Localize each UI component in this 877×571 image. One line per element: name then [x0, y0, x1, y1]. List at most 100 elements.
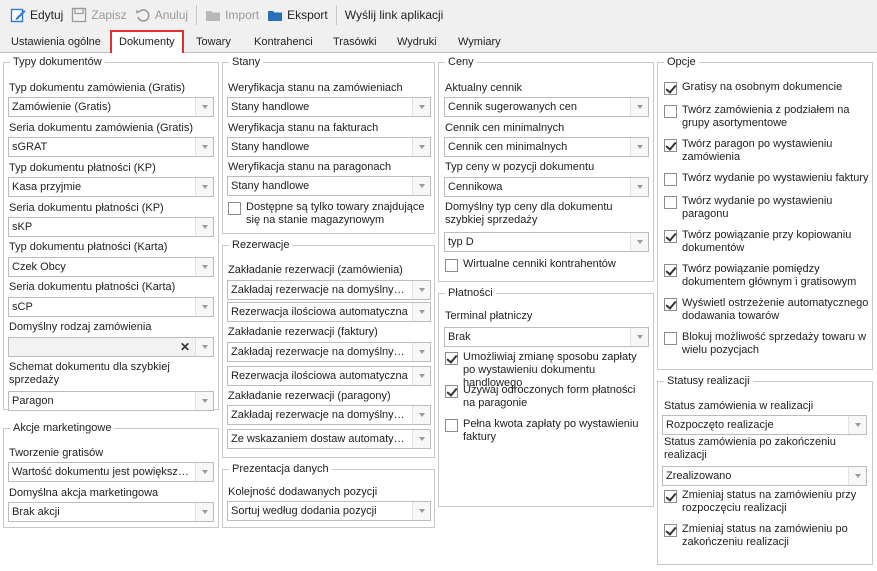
checkbox-box[interactable] — [664, 332, 677, 345]
quick-sale-price-type-select[interactable]: typ D — [444, 232, 649, 252]
gratis-order-type-select[interactable]: Zamówienie (Gratis) — [8, 97, 214, 117]
field-label: Status zamówienia w realizacji — [664, 400, 814, 412]
option-checkbox[interactable]: Wyświetl ostrzeżenie automatycznego doda… — [664, 297, 869, 323]
option-checkbox[interactable]: Twórz wydanie po wystawieniu paragonu — [664, 195, 869, 221]
price-type-select[interactable]: Cennikowa — [444, 177, 649, 197]
send-link-button[interactable]: Wyślij link aplikacji — [341, 3, 448, 27]
select-value: Zakładaj rezerwacje na domyślnym ... — [231, 409, 410, 421]
tab-dimensions[interactable]: Wymiary — [451, 32, 508, 53]
option-checkbox[interactable]: Twórz paragon po wystawieniu zamówienia — [664, 138, 869, 164]
order-stock-check-select[interactable]: Stany handlowe — [227, 97, 431, 117]
card-payment-type-select[interactable]: Czek Obcy — [8, 257, 214, 277]
payment-terminal-select[interactable]: Brak — [444, 327, 649, 347]
chevron-down-icon — [412, 502, 430, 520]
select-value: Czek Obcy — [12, 261, 66, 273]
tab-documents[interactable]: Dokumenty — [110, 30, 184, 53]
kp-payment-series-select[interactable]: sKP — [8, 217, 214, 237]
option-checkbox[interactable]: Twórz powiązanie przy kopiowaniu dokumen… — [664, 229, 869, 255]
checkbox-label: Dostępne są tylko towary znajdujące się … — [246, 201, 425, 226]
current-pricelist-select[interactable]: Cennik sugerowanych cen — [444, 97, 649, 117]
chevron-down-icon — [412, 430, 430, 448]
invoice-reservation-select[interactable]: Zakładaj rezerwacje na domyślnym ... — [227, 342, 431, 362]
select-value: Paragon — [12, 395, 54, 407]
option-checkbox[interactable]: Twórz zamówienia z podziałem na grupy as… — [664, 104, 869, 130]
completed-status-select[interactable]: Zrealizowano — [662, 466, 867, 486]
virtual-pricelists-checkbox[interactable]: Wirtualne cenniki kontrahentów — [445, 258, 616, 272]
chevron-down-icon — [195, 98, 213, 116]
checkbox-box[interactable] — [664, 196, 677, 209]
clear-icon[interactable]: ✕ — [177, 338, 193, 356]
checkbox-box[interactable] — [664, 173, 677, 186]
deferred-payments-checkbox[interactable]: Używaj odroczonych form płatności na par… — [445, 384, 650, 410]
only-in-stock-checkbox[interactable]: Dostępne są tylko towary znajdujące się … — [228, 201, 428, 227]
option-checkbox[interactable]: Twórz wydanie po wystawieniu faktury — [664, 172, 869, 186]
option-checkbox[interactable]: Blokuj możliwość sprzedaży towaru w wiel… — [664, 331, 869, 357]
tab-general[interactable]: Ustawienia ogólne — [4, 32, 108, 53]
field-label: Weryfikacja stanu na zamówieniach — [228, 82, 403, 94]
settings-panel: Typy dokumentów Typ dokumentu zamówienia… — [0, 53, 877, 571]
undo-icon — [135, 9, 150, 22]
full-payment-checkbox[interactable]: Pełna kwota zapłaty po wystawieniu faktu… — [445, 418, 650, 444]
order-reservation-select[interactable]: Zakładaj rezerwacje na domyślnym ... — [227, 280, 431, 300]
chevron-down-icon — [195, 178, 213, 196]
field-label: Tworzenie gratisów — [9, 447, 104, 459]
save-label: Zapisz — [91, 8, 127, 22]
status-on-end-checkbox[interactable]: Zmieniaj status na zamówieniu po zakończ… — [664, 523, 869, 549]
import-button[interactable]: Import — [201, 3, 263, 27]
quick-sale-scheme-select[interactable]: Paragon — [8, 391, 214, 411]
checkbox-box[interactable] — [664, 230, 677, 243]
checkbox-label: Twórz zamówienia z podziałem na grupy as… — [682, 104, 850, 129]
tab-contractors[interactable]: Kontrahenci — [247, 32, 320, 53]
checkbox-box[interactable] — [664, 105, 677, 118]
receipt-reservation-mode-select[interactable]: Ze wskazaniem dostaw automatycz... — [227, 429, 431, 449]
chevron-down-icon — [195, 138, 213, 156]
status-on-start-checkbox[interactable]: Zmieniaj status na zamówieniu przy rozpo… — [664, 489, 869, 515]
checkbox-box[interactable] — [445, 385, 458, 398]
invoice-reservation-mode-select[interactable]: Rezerwacja ilościowa automatyczna — [227, 366, 431, 386]
tab-printouts[interactable]: Wydruki — [390, 32, 444, 53]
field-label: Seria dokumentu zamówienia (Gratis) — [9, 122, 194, 134]
option-checkbox[interactable]: Twórz powiązanie pomiędzy dokumentem głó… — [664, 263, 869, 289]
checkbox-box[interactable] — [664, 490, 677, 503]
default-order-kind-select[interactable]: ✕ — [8, 337, 214, 357]
select-value: Stany handlowe — [231, 180, 310, 192]
select-value: Stany handlowe — [231, 141, 310, 153]
default-marketing-action-select[interactable]: Brak akcji — [8, 502, 214, 522]
in-progress-status-select[interactable]: Rozpoczęto realizacje — [662, 415, 867, 435]
gratis-creation-select[interactable]: Wartość dokumentu jest powiększa... — [8, 462, 214, 482]
group-title: Ceny — [448, 56, 474, 68]
option-checkbox[interactable]: Gratisy na osobnym dokumencie — [664, 81, 869, 95]
field-label: Schemat dokumentu dla szybkiej sprzedaży — [9, 361, 170, 386]
checkbox-box[interactable] — [445, 259, 458, 272]
chevron-down-icon — [630, 138, 648, 156]
select-value: Kasa przyjmie — [12, 181, 82, 193]
checkbox-box[interactable] — [664, 524, 677, 537]
checkbox-box[interactable] — [445, 419, 458, 432]
tab-routes[interactable]: Trasówki — [326, 32, 384, 53]
checkbox-box[interactable] — [664, 298, 677, 311]
cancel-button[interactable]: Anuluj — [131, 3, 192, 27]
min-pricelist-select[interactable]: Cennik cen minimalnych — [444, 137, 649, 157]
receipt-stock-check-select[interactable]: Stany handlowe — [227, 176, 431, 196]
checkbox-box[interactable] — [664, 139, 677, 152]
kp-payment-type-select[interactable]: Kasa przyjmie — [8, 177, 214, 197]
edit-button[interactable]: Edytuj — [6, 3, 67, 27]
save-button[interactable]: Zapisz — [67, 3, 130, 27]
item-order-select[interactable]: Sortuj według dodania pozycji — [227, 501, 431, 521]
checkbox-box[interactable] — [664, 264, 677, 277]
checkbox-box[interactable] — [664, 82, 677, 95]
gratis-order-series-select[interactable]: sGRAT — [8, 137, 214, 157]
tab-products[interactable]: Towary — [189, 32, 238, 53]
select-value: Ze wskazaniem dostaw automatycz... — [231, 433, 410, 445]
group-title: Prezentacja danych — [232, 463, 329, 475]
checkbox-box[interactable] — [445, 352, 458, 365]
order-reservation-mode-select[interactable]: Rezerwacja ilościowa automatyczna — [227, 302, 431, 322]
checkbox-box[interactable] — [228, 202, 241, 215]
field-label: Weryfikacja stanu na paragonach — [228, 161, 392, 173]
card-payment-series-select[interactable]: sCP — [8, 297, 214, 317]
folder-icon — [268, 11, 283, 21]
invoice-stock-check-select[interactable]: Stany handlowe — [227, 137, 431, 157]
export-button[interactable]: Eksport — [263, 3, 332, 27]
field-label: Cennik cen minimalnych — [445, 122, 565, 134]
receipt-reservation-select[interactable]: Zakładaj rezerwacje na domyślnym ... — [227, 405, 431, 425]
